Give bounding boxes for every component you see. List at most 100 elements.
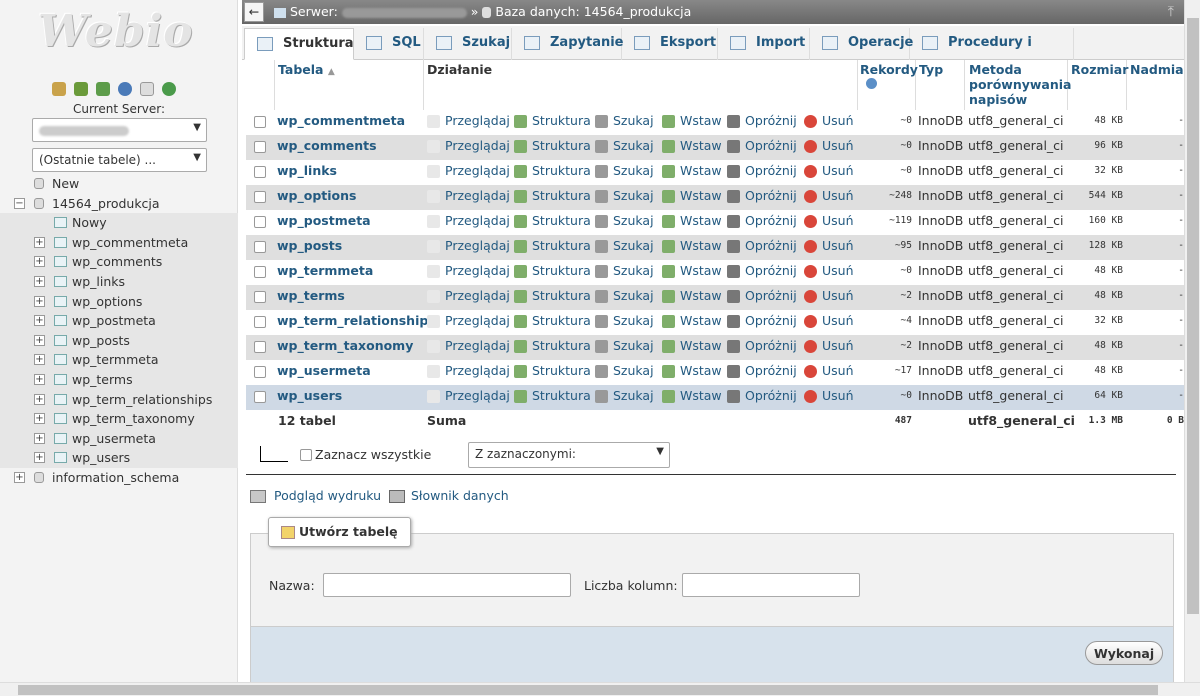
collapse-nav-button[interactable]: ←: [244, 2, 264, 22]
empty-action[interactable]: Opróżnij: [727, 335, 797, 357]
table-name-link[interactable]: wp_term_taxonomy: [277, 335, 413, 357]
expand-icon[interactable]: +: [34, 256, 45, 268]
tree-table[interactable]: + wp_comments: [0, 252, 238, 272]
row-checkbox[interactable]: [254, 141, 266, 153]
drop-action[interactable]: Usuń: [804, 185, 854, 207]
browse-action[interactable]: Przeglądaj: [427, 360, 510, 382]
table-row[interactable]: wp_terms Przeglądaj Struktura Szukaj Wstaw Op…: [246, 285, 1184, 310]
table-name-link[interactable]: wp_term_relationships: [277, 310, 436, 332]
insert-action[interactable]: Wstaw: [662, 185, 722, 207]
row-checkbox[interactable]: [254, 341, 266, 353]
table-row[interactable]: wp_users Przeglądaj Struktura Szukaj Wstaw Op…: [246, 385, 1184, 410]
browse-action[interactable]: Przeglądaj: [427, 260, 510, 282]
table-name-link[interactable]: wp_termmeta: [277, 260, 373, 282]
tree-table[interactable]: + wp_term_taxonomy: [0, 409, 238, 429]
search-action[interactable]: Szukaj: [595, 285, 654, 307]
tab-7[interactable]: Procedury i funkcje: [910, 28, 1074, 80]
tab-4[interactable]: Eksport: [622, 28, 718, 60]
expand-icon[interactable]: +: [34, 334, 45, 346]
browse-action[interactable]: Przeglądaj: [427, 210, 510, 232]
check-all-checkbox[interactable]: [300, 449, 312, 461]
structure-action[interactable]: Struktura: [514, 210, 591, 232]
tree-table[interactable]: + wp_links: [0, 271, 238, 292]
structure-action[interactable]: Struktura: [514, 260, 591, 282]
row-checkbox[interactable]: [254, 391, 266, 403]
expand-icon[interactable]: +: [34, 295, 45, 307]
expand-icon[interactable]: +: [34, 354, 45, 366]
horizontal-scrollbar[interactable]: [0, 682, 1200, 696]
col-typ[interactable]: Typ: [919, 62, 943, 77]
tree-table[interactable]: + wp_options: [0, 291, 238, 312]
insert-action[interactable]: Wstaw: [662, 210, 722, 232]
drop-action[interactable]: Usuń: [804, 360, 854, 382]
expand-icon[interactable]: +: [34, 236, 45, 248]
search-action[interactable]: Szukaj: [595, 135, 654, 157]
insert-action[interactable]: Wstaw: [662, 260, 722, 282]
submit-button[interactable]: Wykonaj: [1085, 641, 1164, 665]
table-name-link[interactable]: wp_terms: [277, 285, 345, 307]
structure-action[interactable]: Struktura: [514, 135, 591, 157]
empty-action[interactable]: Opróżnij: [727, 185, 797, 207]
search-action[interactable]: Szukaj: [595, 310, 654, 332]
table-name-link[interactable]: wp_postmeta: [277, 210, 371, 232]
search-action[interactable]: Szukaj: [595, 335, 654, 357]
drop-action[interactable]: Usuń: [804, 285, 854, 307]
row-checkbox[interactable]: [254, 116, 266, 128]
browse-action[interactable]: Przeglądaj: [427, 235, 510, 257]
table-name-link[interactable]: wp_comments: [277, 135, 377, 157]
tree-table[interactable]: + wp_terms: [0, 369, 238, 390]
table-row[interactable]: wp_usermeta Przeglądaj Struktura Szukaj Wsta…: [246, 360, 1184, 385]
tree-db-info-schema[interactable]: + information_schema: [0, 468, 238, 488]
structure-action[interactable]: Struktura: [514, 285, 591, 307]
structure-action[interactable]: Struktura: [514, 235, 591, 257]
browse-action[interactable]: Przeglądaj: [427, 335, 510, 357]
empty-action[interactable]: Opróżnij: [727, 385, 797, 407]
search-action[interactable]: Szukaj: [595, 235, 654, 257]
structure-action[interactable]: Struktura: [514, 360, 591, 382]
drop-action[interactable]: Usuń: [804, 210, 854, 232]
tree-db[interactable]: −14564_produkcja: [0, 194, 238, 214]
drop-action[interactable]: Usuń: [804, 160, 854, 182]
browse-action[interactable]: Przeglądaj: [427, 135, 510, 157]
search-action[interactable]: Szukaj: [595, 360, 654, 382]
breadcrumb-server[interactable]: Serwer:: [290, 4, 338, 19]
breadcrumb-db[interactable]: Baza danych: 14564_produkcja: [495, 4, 691, 19]
search-action[interactable]: Szukaj: [595, 160, 654, 182]
table-row[interactable]: wp_posts Przeglądaj Struktura Szukaj Wstaw Op…: [246, 235, 1184, 260]
drop-action[interactable]: Usuń: [804, 260, 854, 282]
tree-new-db[interactable]: New: [0, 174, 238, 194]
insert-action[interactable]: Wstaw: [662, 160, 722, 182]
table-name-link[interactable]: wp_options: [277, 185, 356, 207]
drop-action[interactable]: Usuń: [804, 235, 854, 257]
structure-action[interactable]: Struktura: [514, 160, 591, 182]
row-checkbox[interactable]: [254, 241, 266, 253]
structure-action[interactable]: Struktura: [514, 310, 591, 332]
tree-table[interactable]: + wp_commentmeta: [0, 232, 238, 253]
search-action[interactable]: Szukaj: [595, 210, 654, 232]
empty-action[interactable]: Opróżnij: [727, 310, 797, 332]
structure-action[interactable]: Struktura: [514, 185, 591, 207]
empty-action[interactable]: Opróżnij: [727, 285, 797, 307]
collapse-icon[interactable]: −: [14, 197, 25, 209]
table-row[interactable]: wp_options Przeglądaj Struktura Szukaj Wstaw…: [246, 185, 1184, 210]
tab-0[interactable]: Struktura: [244, 28, 354, 60]
drop-action[interactable]: Usuń: [804, 335, 854, 357]
row-checkbox[interactable]: [254, 191, 266, 203]
insert-action[interactable]: Wstaw: [662, 360, 722, 382]
table-name-input[interactable]: [323, 573, 571, 597]
tree-table[interactable]: + wp_termmeta: [0, 350, 238, 370]
insert-action[interactable]: Wstaw: [662, 235, 722, 257]
data-dictionary-link[interactable]: Słownik danych: [411, 488, 509, 503]
tree-table[interactable]: + wp_postmeta: [0, 311, 238, 331]
browse-action[interactable]: Przeglądaj: [427, 160, 510, 182]
docs-icon[interactable]: [140, 82, 154, 96]
expand-icon[interactable]: +: [34, 452, 45, 464]
server-select[interactable]: ▼: [32, 118, 207, 142]
empty-action[interactable]: Opróżnij: [727, 360, 797, 382]
vertical-scrollbar[interactable]: [1184, 0, 1200, 682]
table-row[interactable]: wp_termmeta Przeglądaj Struktura Szukaj Wsta…: [246, 260, 1184, 285]
table-row[interactable]: wp_postmeta Przeglądaj Struktura Szukaj Wsta…: [246, 210, 1184, 235]
empty-action[interactable]: Opróżnij: [727, 210, 797, 232]
tab-5[interactable]: Import: [718, 28, 810, 60]
tab-3[interactable]: Zapytanie: [512, 28, 624, 60]
